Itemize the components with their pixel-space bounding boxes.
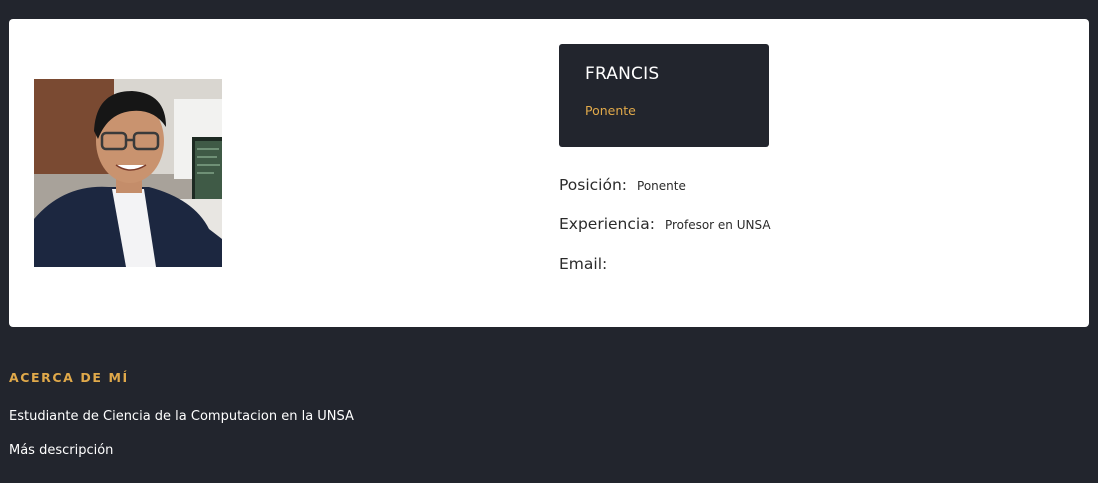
profile-photo bbox=[34, 79, 222, 267]
profile-name: FRANCIS bbox=[585, 64, 660, 84]
about-line: Más descripción bbox=[9, 443, 114, 458]
experience-value: Profesor en UNSA bbox=[664, 218, 771, 232]
person-photo-illustration bbox=[34, 79, 222, 267]
profile-role: Ponente bbox=[585, 103, 636, 118]
email-label: Email: bbox=[559, 255, 608, 273]
profile-card: FRANCIS Ponente Posición: Ponente Experi… bbox=[9, 19, 1089, 327]
info-row-email: Email: bbox=[559, 255, 617, 273]
info-row-experience: Experiencia: Profesor en UNSA bbox=[559, 215, 771, 233]
info-row-position: Posición: Ponente bbox=[559, 176, 686, 194]
about-title: ACERCA DE MÍ bbox=[9, 370, 129, 385]
position-label: Posición: bbox=[559, 176, 628, 194]
about-line: Estudiante de Ciencia de la Computacion … bbox=[9, 409, 354, 424]
position-value: Ponente bbox=[637, 179, 686, 193]
experience-label: Experiencia: bbox=[559, 215, 655, 233]
name-box: FRANCIS Ponente bbox=[559, 44, 769, 147]
